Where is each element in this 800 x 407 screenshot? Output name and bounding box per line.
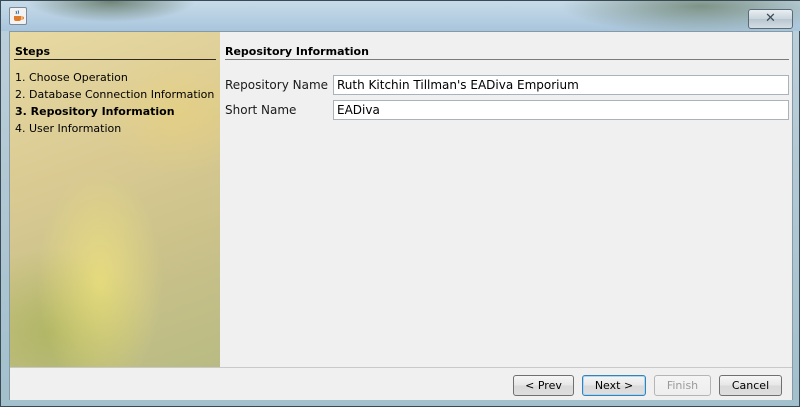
cancel-button[interactable]: Cancel bbox=[719, 375, 782, 396]
title-divider bbox=[225, 59, 789, 60]
page-title: Repository Information bbox=[225, 45, 369, 58]
finish-button[interactable]: Finish bbox=[654, 375, 711, 396]
short-name-label: Short Name bbox=[225, 103, 297, 117]
step-user-information: 4. User Information bbox=[15, 122, 122, 135]
title-bar[interactable]: ✕ bbox=[1, 1, 800, 31]
wizard-client-area: Steps 1. Choose Operation 2. Database Co… bbox=[9, 31, 793, 400]
step-database-connection: 2. Database Connection Information bbox=[15, 88, 215, 101]
next-button[interactable]: Next > bbox=[582, 375, 646, 396]
repository-name-field[interactable] bbox=[333, 75, 789, 95]
step-choose-operation: 1. Choose Operation bbox=[15, 71, 128, 84]
content-panel: Repository Information Repository Name S… bbox=[220, 32, 794, 367]
steps-panel: Steps 1. Choose Operation 2. Database Co… bbox=[10, 32, 220, 367]
prev-button[interactable]: < Prev bbox=[513, 375, 574, 396]
java-cup-icon[interactable] bbox=[9, 7, 27, 25]
button-bar: < Prev Next > Finish Cancel bbox=[10, 367, 792, 400]
repository-name-label: Repository Name bbox=[225, 78, 329, 92]
wizard-window: ✕ Steps 1. Choose Operation 2. Database … bbox=[0, 0, 800, 407]
close-button[interactable]: ✕ bbox=[748, 9, 793, 29]
short-name-field[interactable] bbox=[333, 100, 789, 120]
close-icon: ✕ bbox=[765, 11, 776, 26]
steps-divider bbox=[14, 59, 216, 60]
step-repository-information: 3. Repository Information bbox=[15, 105, 175, 118]
steps-title: Steps bbox=[15, 45, 51, 58]
